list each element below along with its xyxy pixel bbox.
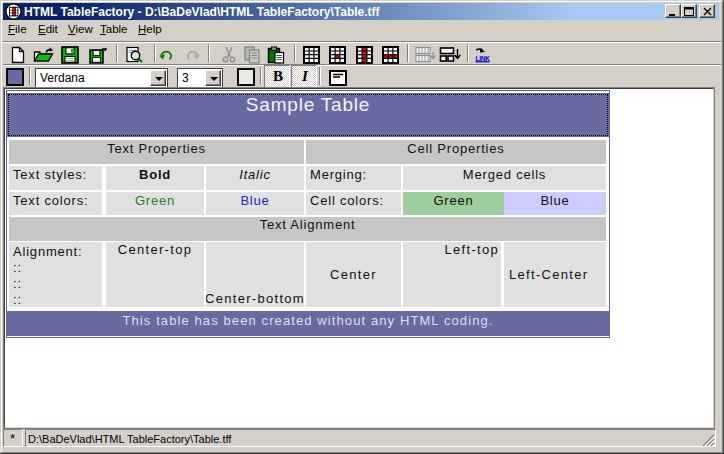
svg-text:LINK: LINK <box>476 55 491 62</box>
